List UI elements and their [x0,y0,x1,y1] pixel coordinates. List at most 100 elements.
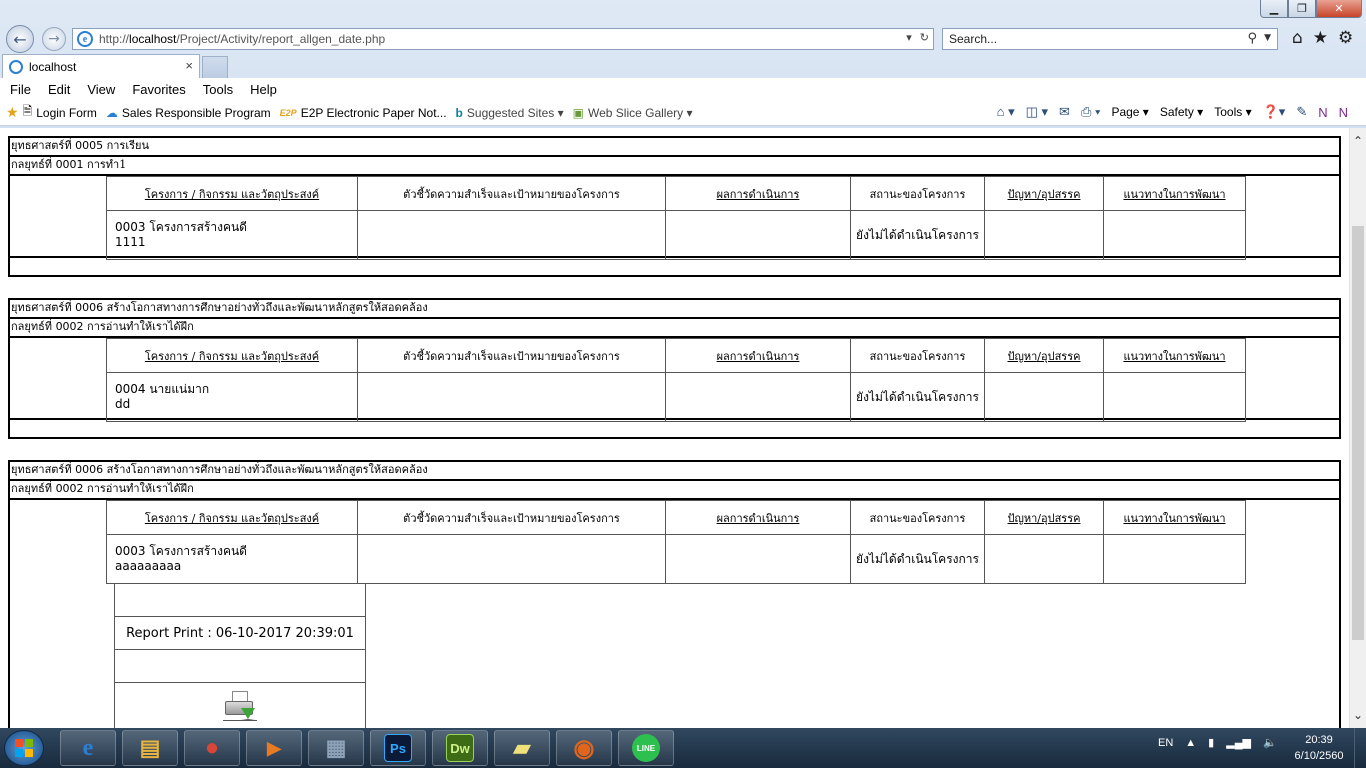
scroll-down-icon[interactable]: ⌄ [1353,708,1363,722]
research-icon[interactable]: ✎ [1296,104,1307,120]
forward-button[interactable]: → [42,27,66,51]
col-status: สถานะของโครงการ [850,176,985,211]
new-tab-button[interactable] [202,56,228,78]
col-project[interactable]: โครงการ / กิจกรรม และวัตถุประสงค์ [106,500,358,535]
rss-feed-icon[interactable]: ◫ ▾ [1026,104,1048,120]
page-viewport: ยุทธศาสตร์ที่ 0005 การเรียน กลยุทธ์ที่ 0… [0,128,1349,728]
tactic-header: กลยุทธ์ที่ 0002 การอ่านทำให้เราได้ฝึก [8,479,1341,498]
fav-web-slice-gallery[interactable]: ▣ Web Slice Gallery ▾ [573,106,693,120]
network-signal-icon[interactable]: ▂▄▆ [1226,736,1251,749]
command-bar: ⌂ ▾ ◫ ▾ ✉ ⎙ ▾ Page ▾ Safety ▾ Tools ▾ ❓▾… [997,104,1348,120]
problem-cell [984,534,1104,584]
taskbar-line[interactable]: LINE [618,730,674,766]
browser-toolbar-icons: ⌂ ★ ⚙ [1292,28,1353,48]
home-small-icon[interactable]: ⌂ ▾ [997,104,1015,120]
favorites-star-icon[interactable]: ★ [1313,28,1328,48]
read-mail-icon[interactable]: ✉ [1059,104,1070,120]
ie-tab-icon [9,59,23,74]
strategy-block: ยุทธศาสตร์ที่ 0006 สร้างโอกาสทางการศึกษา… [8,298,1341,439]
search-input[interactable] [949,32,1229,46]
fav-sales-program[interactable]: ☁ Sales Responsible Program [106,106,271,120]
home-icon[interactable]: ⌂ [1292,28,1303,48]
windows-taskbar: e ▤ ● ▶ ▦ Ps Dw ▰ ◉ LINE EN ▲ ▮ ▂▄▆ 🔈 20… [0,728,1366,768]
col-project[interactable]: โครงการ / กิจกรรม และวัตถุประสงค์ [106,176,358,211]
arrow-left-icon: ← [13,29,27,49]
search-icon[interactable]: ⚲ [1247,31,1257,46]
menu-help[interactable]: Help [250,82,277,97]
project-cell: 0003 โครงการสร้างคนดี aaaaaaaaa [106,534,358,584]
result-cell [665,534,851,584]
tab-localhost[interactable]: localhost × [2,54,200,78]
col-result[interactable]: ผลการดำเนินการ [665,338,851,373]
col-result[interactable]: ผลการดำเนินการ [665,500,851,535]
taskbar-sticky-notes[interactable]: ▰ [494,730,550,766]
device-icon[interactable]: ▮ [1208,736,1214,749]
taskbar-firefox[interactable]: ◉ [556,730,612,766]
fav-login-form[interactable]: 🗎 Login Form [23,102,97,123]
favorites-add-icon[interactable]: ★ [6,104,19,121]
col-result[interactable]: ผลการดำเนินการ [665,176,851,211]
menu-tools[interactable]: Tools [203,82,233,97]
vertical-scrollbar[interactable]: ⌃ ⌄ [1349,128,1366,728]
col-indicator: ตัวชี้วัดความสำเร็จและเป้าหมายของโครงการ [357,176,666,211]
refresh-icon[interactable]: ↻ [920,31,929,44]
taskbar-dreamweaver[interactable]: Dw [432,730,488,766]
language-indicator[interactable]: EN [1158,737,1173,749]
strategy-block: ยุทธศาสตร์ที่ 0005 การเรียน กลยุทธ์ที่ 0… [8,136,1341,277]
block-spacer [8,258,1341,277]
search-box[interactable]: ⚲ ▼ [942,28,1278,50]
result-cell [665,372,851,422]
col-problem[interactable]: ปัญหา/อุปสรรค [984,500,1104,535]
back-button[interactable]: ← [6,25,34,53]
search-dropdown-icon[interactable]: ▼ [1264,33,1271,43]
system-clock[interactable]: 20:39 6/10/2560 [1292,732,1346,764]
tray-expand-icon[interactable]: ▲ [1185,737,1196,749]
media-icon: ▶ [267,737,281,758]
col-development[interactable]: แนวทางในการพัฒนา [1103,176,1246,211]
address-actions: ▾ ↻ [906,31,929,44]
taskbar-explorer[interactable]: ▤ [122,730,178,766]
col-project[interactable]: โครงการ / กิจกรรม และวัตถุประสงค์ [106,338,358,373]
col-status: สถานะของโครงการ [850,500,985,535]
address-url[interactable]: http://localhost/Project/Activity/report… [99,32,385,46]
table-row: 0003 โครงการสร้างคนดี 1111 ยังไม่ได้ดำเนิ… [106,210,1246,260]
dropdown-arrow-icon[interactable]: ▾ [906,31,912,44]
show-desktop-button[interactable] [1354,728,1366,768]
col-development[interactable]: แนวทางในการพัฒนา [1103,338,1246,373]
menu-bar: File Edit View Favorites Tools Help [0,78,1366,100]
tab-close-icon[interactable]: × [185,58,193,73]
scrollbar-thumb[interactable] [1352,226,1364,640]
help-icon[interactable]: ❓▾ [1263,104,1286,120]
fav-suggested-sites[interactable]: b Suggested Sites ▾ [456,106,564,120]
print-icon[interactable]: ⎙ ▾ [1081,104,1100,120]
taskbar-media[interactable]: ▶ [246,730,302,766]
gear-icon[interactable]: ⚙ [1338,28,1353,48]
menu-edit[interactable]: Edit [48,82,70,97]
onenote-icon[interactable]: N [1318,105,1327,120]
minimize-button[interactable]: ▁ [1260,0,1288,18]
start-button[interactable] [4,730,44,766]
close-window-button[interactable]: ✕ [1316,0,1362,18]
onenote-linked-icon[interactable]: N [1339,105,1348,120]
menu-favorites[interactable]: Favorites [132,82,185,97]
report-footer-cells: Report Print : 06-10-2017 20:39:01 [114,584,366,728]
maximize-button[interactable]: ❐ [1288,0,1316,18]
address-bar[interactable]: e http://localhost/Project/Activity/repo… [72,28,934,50]
taskbar-photoshop[interactable]: Ps [370,730,426,766]
menu-view[interactable]: View [87,82,115,97]
scroll-up-icon[interactable]: ⌃ [1353,134,1363,148]
menu-file[interactable]: File [10,82,31,97]
col-problem[interactable]: ปัญหา/อุปสรรค [984,176,1104,211]
tools-menu[interactable]: Tools ▾ [1214,105,1251,119]
safety-menu[interactable]: Safety ▾ [1160,105,1203,119]
col-development[interactable]: แนวทางในการพัฒนา [1103,500,1246,535]
page-menu[interactable]: Page ▾ [1111,105,1148,119]
volume-icon[interactable]: 🔈 [1263,736,1277,749]
problem-cell [984,372,1104,422]
printer-download-icon[interactable] [223,691,257,721]
taskbar-calculator[interactable]: ▦ [308,730,364,766]
fav-e2p[interactable]: E2P E2P Electronic Paper Not... [280,106,447,120]
taskbar-chrome[interactable]: ● [184,730,240,766]
col-problem[interactable]: ปัญหา/อุปสรรค [984,338,1104,373]
taskbar-ie[interactable]: e [60,730,116,766]
